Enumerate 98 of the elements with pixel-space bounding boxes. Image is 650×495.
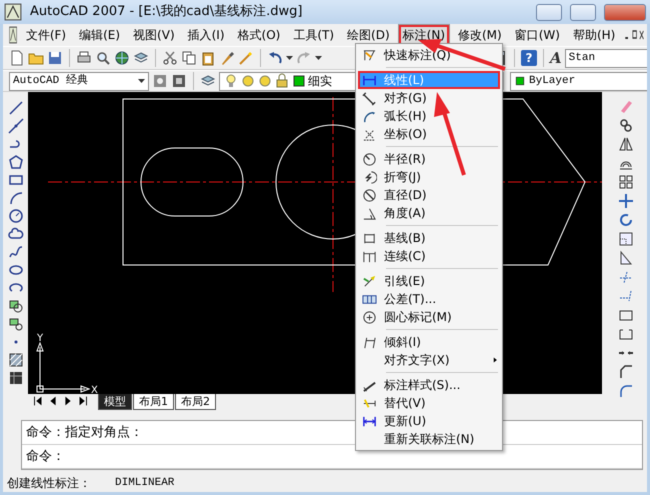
clipboard-icon[interactable] xyxy=(200,50,216,66)
menu-item[interactable]: 插入(I) xyxy=(182,24,230,46)
menu-item[interactable]: 圆心标记(M) xyxy=(358,308,500,326)
menu-item[interactable]: 对齐文字(X) xyxy=(358,351,500,369)
menu-item[interactable]: 坐标(O) xyxy=(358,125,500,143)
command-line: 命令： xyxy=(26,448,65,466)
menu-item[interactable]: 更新(U) xyxy=(358,412,500,430)
color-dropdown[interactable]: ByLayer xyxy=(510,72,647,90)
dim-angle-icon xyxy=(362,206,377,220)
menu-item[interactable]: 弧长(H) xyxy=(358,107,500,125)
text-style-button[interactable]: A xyxy=(550,46,562,70)
menu-item[interactable]: 连续(C) xyxy=(358,247,500,265)
extend-icon[interactable] xyxy=(618,288,634,304)
menu-item[interactable]: 基线(B) xyxy=(358,229,500,247)
status-command: DIMLINEAR xyxy=(115,476,174,491)
undo-icon[interactable] xyxy=(267,50,283,66)
menu-item[interactable]: 标注样式(S)... xyxy=(358,376,500,394)
sun-icon xyxy=(257,73,273,89)
fillet-icon[interactable] xyxy=(618,383,634,399)
new-file-icon[interactable] xyxy=(9,50,25,66)
menu-item[interactable]: 绘图(D) xyxy=(342,24,395,46)
menu-item[interactable]: 折弯(J) xyxy=(358,168,500,186)
line-icon[interactable] xyxy=(8,100,24,116)
help-button[interactable]: ? xyxy=(521,50,537,66)
menu-item[interactable]: 文件(F) xyxy=(20,24,72,46)
window-title: AutoCAD 2007 - [E:\我的cad\基线标注.dwg] xyxy=(30,3,304,22)
menu-item[interactable]: 工具(T) xyxy=(288,24,340,46)
leader-icon xyxy=(362,274,377,288)
workspace-icon[interactable] xyxy=(152,73,168,89)
scale-icon[interactable] xyxy=(618,231,634,247)
menu-item[interactable]: 半径(R) xyxy=(358,150,500,168)
axis-label: X xyxy=(91,385,98,394)
maximize-button[interactable] xyxy=(570,4,596,20)
caret-icon[interactable] xyxy=(286,56,293,60)
grid-squares-icon[interactable] xyxy=(618,174,634,190)
menu-item[interactable]: 直径(D) xyxy=(358,186,500,204)
globe-icon[interactable] xyxy=(114,50,130,66)
layout-tab[interactable]: 模型 xyxy=(98,394,132,410)
hatch-icon[interactable] xyxy=(8,352,24,368)
menu-item[interactable]: 角度(A) xyxy=(358,204,500,222)
menu-item[interactable]: 替代(V) xyxy=(358,394,500,412)
square-swatch-icon xyxy=(514,75,526,87)
ucs-icon xyxy=(36,342,90,393)
xline-icon[interactable] xyxy=(8,118,24,134)
menu-item[interactable]: 视图(V) xyxy=(128,24,180,46)
padlock-icon xyxy=(274,73,290,89)
grid-tool-icon[interactable] xyxy=(171,73,187,89)
text-style-field[interactable]: Stan xyxy=(564,48,647,68)
chamfer-icon[interactable] xyxy=(618,364,634,380)
caret-icon[interactable] xyxy=(315,56,322,60)
menu-item[interactable]: 编辑(E) xyxy=(74,24,126,46)
sun-icon xyxy=(240,73,256,89)
square-swatch-icon xyxy=(291,73,307,89)
table-icon[interactable] xyxy=(8,370,24,386)
menu-item[interactable]: 重新关联标注(N) xyxy=(358,430,500,448)
menu-item[interactable]: 公差(T)... xyxy=(358,290,500,308)
menu-item[interactable]: 对齐(G) xyxy=(358,89,500,107)
menu-item[interactable]: 倾斜(I) xyxy=(358,333,500,351)
menu-item[interactable]: 窗口(W) xyxy=(510,24,565,46)
dim-radius-icon xyxy=(362,152,377,166)
block-icon[interactable] xyxy=(8,298,24,314)
command-line: 命令：指定对角点： xyxy=(26,424,143,442)
workspace-dropdown[interactable]: AutoCAD 经典 xyxy=(9,72,149,90)
cross-arrows-icon[interactable] xyxy=(618,193,634,209)
rotate-icon[interactable] xyxy=(618,212,634,228)
shapes-icon[interactable] xyxy=(8,316,24,332)
dim-quick-icon xyxy=(362,48,377,62)
save-icon[interactable] xyxy=(47,50,63,66)
status-prompt: 创建线性标注： xyxy=(7,475,91,492)
preview-icon[interactable] xyxy=(95,50,111,66)
copy-icon[interactable] xyxy=(181,50,197,66)
arc-icon[interactable] xyxy=(8,190,24,206)
menu-item[interactable]: 格式(O) xyxy=(232,24,286,46)
dim-aligned-icon xyxy=(362,90,377,106)
menu-item[interactable]: 修改(M) xyxy=(453,24,507,46)
rings-icon[interactable] xyxy=(618,117,634,133)
close-button[interactable] xyxy=(604,4,646,20)
mirror-icon[interactable] xyxy=(618,136,634,152)
dim-diameter-icon xyxy=(362,188,377,202)
axis-label: Y xyxy=(37,333,44,344)
app-logo-icon xyxy=(9,26,18,44)
dim-oblique-icon xyxy=(362,334,377,350)
layout-tab[interactable]: 布局2 xyxy=(175,394,216,410)
layout-tab[interactable]: 布局1 xyxy=(133,394,174,410)
minimize-button[interactable] xyxy=(536,4,562,20)
trim-icon[interactable] xyxy=(618,269,634,285)
circle-icon[interactable] xyxy=(8,208,24,224)
cloud-icon[interactable] xyxy=(8,226,24,242)
menu-item[interactable]: 帮助(H) xyxy=(568,24,620,46)
caret-icon xyxy=(138,79,145,83)
stretch-icon[interactable] xyxy=(618,250,634,266)
center-mark-icon xyxy=(362,310,377,324)
scissors-icon[interactable] xyxy=(162,50,178,66)
pentagon-icon[interactable] xyxy=(8,154,24,170)
app-logo-icon xyxy=(4,3,22,21)
menu-item[interactable]: 引线(E) xyxy=(358,272,500,290)
spline-icon[interactable] xyxy=(8,244,24,260)
brush-icon[interactable] xyxy=(219,50,235,66)
